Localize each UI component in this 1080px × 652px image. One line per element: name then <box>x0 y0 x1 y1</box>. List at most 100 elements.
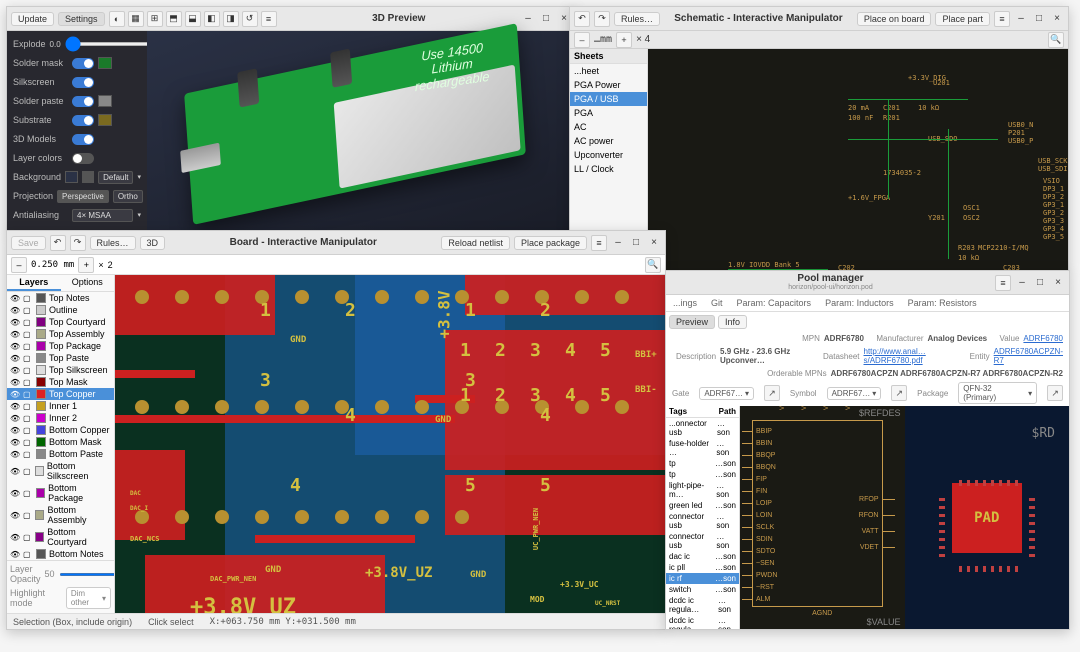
package-select[interactable]: QFN-32 (Primary)▾ <box>958 382 1037 404</box>
proj-persp[interactable]: Perspective <box>57 190 109 203</box>
visibility-icon[interactable]: 👁 <box>10 366 20 375</box>
goto-icon[interactable]: ↗ <box>891 385 907 401</box>
symbol-preview[interactable]: $REFDES $VALUE AGNDBBIPBBINBBQPBBQNFIPFI… <box>740 406 905 629</box>
layer-swatch[interactable] <box>36 389 46 399</box>
tool-icon[interactable]: ◧ <box>204 11 220 27</box>
layer-mode-icon[interactable]: ▢ <box>23 450 33 459</box>
goto-icon[interactable]: ↗ <box>764 385 780 401</box>
list-item[interactable]: ic pll…son <box>666 562 739 573</box>
toggle-substrate[interactable] <box>72 115 94 126</box>
minimize-icon[interactable]: – <box>611 236 625 250</box>
layer-row[interactable]: 👁▢Bottom Notes <box>7 548 114 560</box>
list-item[interactable]: green led…son <box>666 500 739 511</box>
layer-swatch[interactable] <box>36 437 46 447</box>
layer-mode-icon[interactable]: ▢ <box>23 467 32 476</box>
toggle-solderpaste[interactable] <box>72 96 94 107</box>
goto-icon[interactable]: ↗ <box>1047 385 1063 401</box>
datasheet-link[interactable]: http://www.anal…s/ADRF6780.pdf <box>864 347 958 365</box>
sheet-item[interactable]: AC <box>570 120 647 134</box>
place-package-button[interactable]: Place package <box>514 236 587 250</box>
grid-minus-icon[interactable]: – <box>11 257 27 273</box>
layer-mode-icon[interactable]: ▢ <box>23 511 32 520</box>
visibility-icon[interactable]: 👁 <box>10 402 20 411</box>
layer-mode-icon[interactable]: ▢ <box>23 402 33 411</box>
tab-layers[interactable]: Layers <box>7 275 61 291</box>
layer-swatch[interactable] <box>36 341 46 351</box>
layer-mode-icon[interactable]: ▢ <box>23 306 33 315</box>
tool-icon[interactable]: ↺ <box>242 11 258 27</box>
tool-icon[interactable]: ▦ <box>128 11 144 27</box>
list-item[interactable]: switch…son <box>666 584 739 595</box>
visibility-icon[interactable]: 👁 <box>10 511 20 520</box>
maximize-icon[interactable]: □ <box>629 236 643 250</box>
toggle-soldermask[interactable] <box>72 58 94 69</box>
layer-mode-icon[interactable]: ▢ <box>23 294 33 303</box>
maximize-icon[interactable]: □ <box>1033 276 1047 290</box>
symbol-select[interactable]: ADRF67…▾ <box>827 387 882 400</box>
entity-link[interactable]: ADRF6780ACPZN-R7 <box>994 347 1063 365</box>
bg-color1[interactable] <box>65 171 78 183</box>
sheet-item[interactable]: ...heet <box>570 64 647 78</box>
layer-swatch[interactable] <box>36 353 46 363</box>
layer-mode-icon[interactable]: ▢ <box>23 354 33 363</box>
layer-swatch[interactable] <box>35 466 44 476</box>
pool-tab[interactable]: Param: Resistors <box>901 295 984 311</box>
list-item[interactable]: dcdc ic regula……son <box>666 615 739 629</box>
list-item[interactable]: dac ic…son <box>666 551 739 562</box>
layer-mode-icon[interactable]: ▢ <box>23 366 33 375</box>
layer-row[interactable]: 👁▢Top Copper <box>7 388 114 400</box>
visibility-icon[interactable]: 👁 <box>10 550 20 559</box>
layer-swatch[interactable] <box>36 488 46 498</box>
bg-preset[interactable]: Default <box>98 171 133 184</box>
visibility-icon[interactable]: 👁 <box>10 318 20 327</box>
layer-row[interactable]: 👁▢Bottom Mask <box>7 436 114 448</box>
list-item[interactable]: ...onnector usb…son <box>666 418 739 438</box>
layer-row[interactable]: 👁▢Inner 1 <box>7 400 114 412</box>
visibility-icon[interactable]: 👁 <box>10 306 20 315</box>
value-link[interactable]: ADRF6780 <box>1023 334 1063 343</box>
layer-swatch[interactable] <box>36 401 46 411</box>
parts-list[interactable]: TagsPath ...onnector usb…sonfuse-holder … <box>666 406 740 629</box>
tab-settings[interactable]: Settings <box>58 12 105 26</box>
search-icon[interactable]: 🔍 <box>1048 32 1064 48</box>
layer-row[interactable]: 👁▢Bottom Silkscreen <box>7 460 114 482</box>
layer-swatch[interactable] <box>35 510 44 520</box>
pool-tab[interactable]: Git <box>704 295 730 311</box>
layer-swatch[interactable] <box>36 425 46 435</box>
visibility-icon[interactable]: 👁 <box>10 414 20 423</box>
layer-mode-icon[interactable]: ▢ <box>23 550 33 559</box>
grid-plus-icon[interactable]: + <box>78 257 94 273</box>
sheet-item[interactable]: AC power <box>570 134 647 148</box>
visibility-icon[interactable]: 👁 <box>10 489 20 498</box>
color-soldermask[interactable] <box>98 57 112 69</box>
list-item[interactable]: dcdc ic regula……son <box>666 595 739 615</box>
sheet-item[interactable]: PGA Power <box>570 78 647 92</box>
minimize-icon[interactable]: – <box>521 12 535 26</box>
layer-row[interactable]: 👁▢Bottom Copper <box>7 424 114 436</box>
layer-mode-icon[interactable]: ▢ <box>23 390 33 399</box>
toggle-3dmodels[interactable] <box>72 134 94 145</box>
visibility-icon[interactable]: 👁 <box>10 342 20 351</box>
zoom-out-icon[interactable]: – <box>574 32 590 48</box>
sheet-item[interactable]: Upconverter <box>570 148 647 162</box>
tool-icon[interactable]: ◐ <box>109 11 125 27</box>
layer-swatch[interactable] <box>36 449 46 459</box>
layer-swatch[interactable] <box>36 305 46 315</box>
save-button[interactable]: Save <box>11 236 46 250</box>
3d-button[interactable]: 3D <box>140 236 166 250</box>
layer-row[interactable]: 👁▢Bottom Paste <box>7 448 114 460</box>
layer-row[interactable]: 👁▢Outline <box>7 304 114 316</box>
layer-mode-icon[interactable]: ▢ <box>23 438 33 447</box>
tab-update[interactable]: Update <box>11 12 54 26</box>
maximize-icon[interactable]: □ <box>1032 12 1046 26</box>
tool-icon[interactable]: ⬒ <box>166 11 182 27</box>
layer-row[interactable]: 👁▢Bottom Courtyard <box>7 526 114 548</box>
toggle-layercolors[interactable] <box>72 153 94 164</box>
viewport-3d[interactable]: Use 14500Lithiumrechargeable <box>147 31 575 230</box>
menu-icon[interactable]: ≡ <box>995 275 1011 291</box>
board-canvas[interactable]: +3.8V+3.8V_UZ+3.8V_UZGNDGNDGNDGNDBBI+BBI… <box>115 275 665 613</box>
preview-tab[interactable]: Preview <box>669 315 715 329</box>
close-icon[interactable]: × <box>647 236 661 250</box>
menu-icon[interactable]: ≡ <box>994 11 1010 27</box>
gate-select[interactable]: ADRF67…▾ <box>699 387 754 400</box>
